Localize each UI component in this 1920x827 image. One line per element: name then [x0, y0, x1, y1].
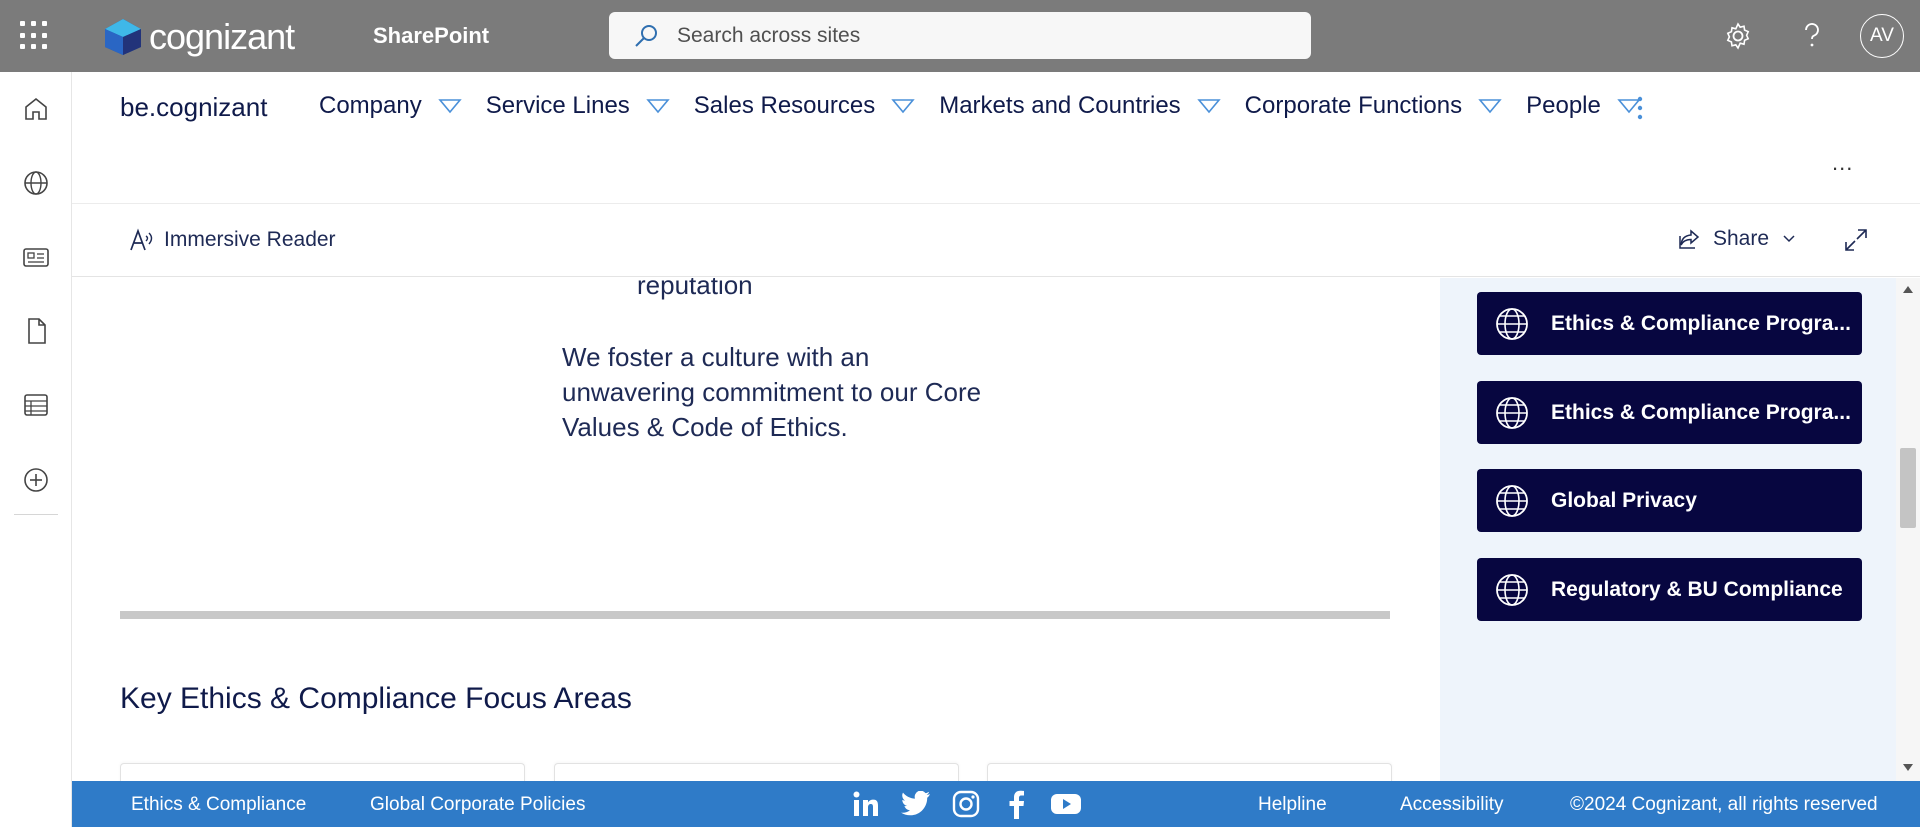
nav-item-company[interactable]: Company	[319, 92, 462, 120]
instagram-icon[interactable]	[950, 788, 982, 820]
help-icon[interactable]	[1796, 20, 1828, 52]
site-header: be.cognizant Company Service Lines Sales…	[72, 72, 1920, 204]
news-icon[interactable]	[21, 242, 51, 272]
nav-label: Markets and Countries	[939, 92, 1181, 119]
site-title[interactable]: be.cognizant	[120, 92, 267, 123]
globe-icon	[1496, 307, 1528, 340]
share-button[interactable]: Share	[1677, 227, 1795, 251]
quick-link-regulatory-compliance[interactable]: Regulatory & BU Compliance	[1477, 558, 1862, 621]
copyright-text: ©2024 Cognizant, all rights reserved	[1570, 794, 1878, 815]
more-actions-button[interactable]: ...	[1832, 150, 1853, 176]
twitter-icon[interactable]	[900, 788, 932, 820]
footer-link-ethics-compliance[interactable]: Ethics & Compliance	[131, 794, 306, 816]
nav-label: Service Lines	[485, 92, 630, 119]
quick-link-global-privacy[interactable]: Global Privacy	[1477, 469, 1862, 532]
quick-link-label: Ethics & Compliance Progra...	[1551, 311, 1851, 335]
nav-item-markets-and-countries[interactable]: Markets and Countries	[939, 92, 1221, 120]
more-vertical-icon[interactable]	[1634, 94, 1646, 122]
chevron-down-icon	[438, 99, 462, 114]
globe-icon	[1496, 484, 1528, 517]
quick-link-label: Regulatory & BU Compliance	[1551, 577, 1843, 601]
nav-item-service-lines[interactable]: Service Lines	[486, 92, 670, 120]
immersive-reader-icon	[130, 228, 153, 251]
nav-label: Corporate Functions	[1244, 92, 1463, 119]
globe-icon	[1496, 573, 1528, 606]
focus-area-card[interactable]	[554, 763, 959, 781]
suite-app-name[interactable]: SharePoint	[373, 23, 489, 49]
quick-link-ethics-program-1[interactable]: Ethics & Compliance Progra...	[1477, 292, 1862, 355]
expand-icon[interactable]	[1843, 227, 1869, 253]
search-box[interactable]	[609, 12, 1311, 59]
scroll-down-arrow-icon[interactable]	[1903, 764, 1913, 771]
list-icon[interactable]	[21, 390, 51, 420]
linkedin-icon[interactable]	[850, 788, 882, 820]
scroll-up-arrow-icon[interactable]	[1903, 286, 1913, 293]
youtube-icon[interactable]	[1050, 788, 1082, 820]
app-launcher-icon[interactable]	[20, 21, 50, 51]
nav-label: Company	[319, 92, 422, 119]
chevron-down-icon	[1783, 235, 1795, 243]
section-title: Key Ethics & Compliance Focus Areas	[120, 682, 632, 715]
brand-name: cognizant	[149, 16, 295, 57]
top-nav: Company Service Lines Sales Resources Ma…	[319, 92, 1665, 120]
section-divider	[120, 611, 1390, 619]
nav-label: Sales Resources	[693, 92, 876, 119]
suite-bar: cognizant SharePoint AV	[0, 0, 1920, 72]
nav-item-sales-resources[interactable]: Sales Resources	[694, 92, 915, 120]
site-footer: Ethics & Compliance Global Corporate Pol…	[72, 781, 1920, 827]
culture-paragraph: We foster a culture with an unwavering c…	[562, 342, 982, 442]
cognizant-mark-icon	[105, 19, 141, 55]
search-icon	[635, 24, 657, 47]
footer-link-global-policies[interactable]: Global Corporate Policies	[370, 794, 585, 816]
quick-links-panel: Ethics & Compliance Progra... Ethics & C…	[1440, 278, 1896, 781]
immersive-reader-label: Immersive Reader	[164, 228, 336, 251]
avatar[interactable]: AV	[1860, 14, 1904, 58]
nav-item-people[interactable]: People	[1526, 92, 1641, 120]
home-icon[interactable]	[21, 94, 51, 124]
search-input[interactable]	[677, 23, 1277, 48]
create-icon[interactable]	[21, 465, 51, 495]
scroll-thumb[interactable]	[1900, 448, 1916, 528]
page-scrollbar[interactable]	[1896, 278, 1920, 781]
command-bar: Immersive Reader Share	[72, 205, 1920, 277]
globe-icon[interactable]	[21, 168, 51, 198]
chevron-down-icon	[1196, 99, 1221, 114]
chevron-down-icon	[891, 99, 915, 114]
chevron-down-icon	[1478, 99, 1502, 114]
quick-link-ethics-program-2[interactable]: Ethics & Compliance Progra...	[1477, 381, 1862, 444]
nav-item-corporate-functions[interactable]: Corporate Functions	[1245, 92, 1502, 120]
globe-icon	[1496, 396, 1528, 429]
footer-link-helpline[interactable]: Helpline	[1258, 794, 1327, 816]
gear-icon[interactable]	[1722, 20, 1754, 52]
chevron-down-icon	[646, 99, 670, 114]
main-content: reputation We foster a culture with an u…	[72, 278, 1440, 781]
nav-label: People	[1526, 92, 1601, 119]
quick-link-label: Ethics & Compliance Progra...	[1551, 400, 1851, 424]
focus-area-card[interactable]	[120, 763, 525, 781]
share-label: Share	[1713, 227, 1770, 250]
quick-link-label: Global Privacy	[1551, 488, 1697, 512]
focus-area-card[interactable]	[987, 763, 1392, 781]
facebook-icon[interactable]	[1000, 788, 1032, 820]
footer-link-accessibility[interactable]: Accessibility	[1400, 794, 1503, 816]
rail-divider	[14, 514, 58, 515]
immersive-reader-button[interactable]: Immersive Reader	[128, 227, 336, 253]
document-icon[interactable]	[21, 316, 51, 346]
reputation-text: reputation	[637, 278, 753, 300]
left-rail	[0, 72, 72, 827]
share-icon	[1679, 229, 1700, 249]
cognizant-logo[interactable]: cognizant	[101, 16, 295, 58]
social-links	[850, 788, 1100, 820]
